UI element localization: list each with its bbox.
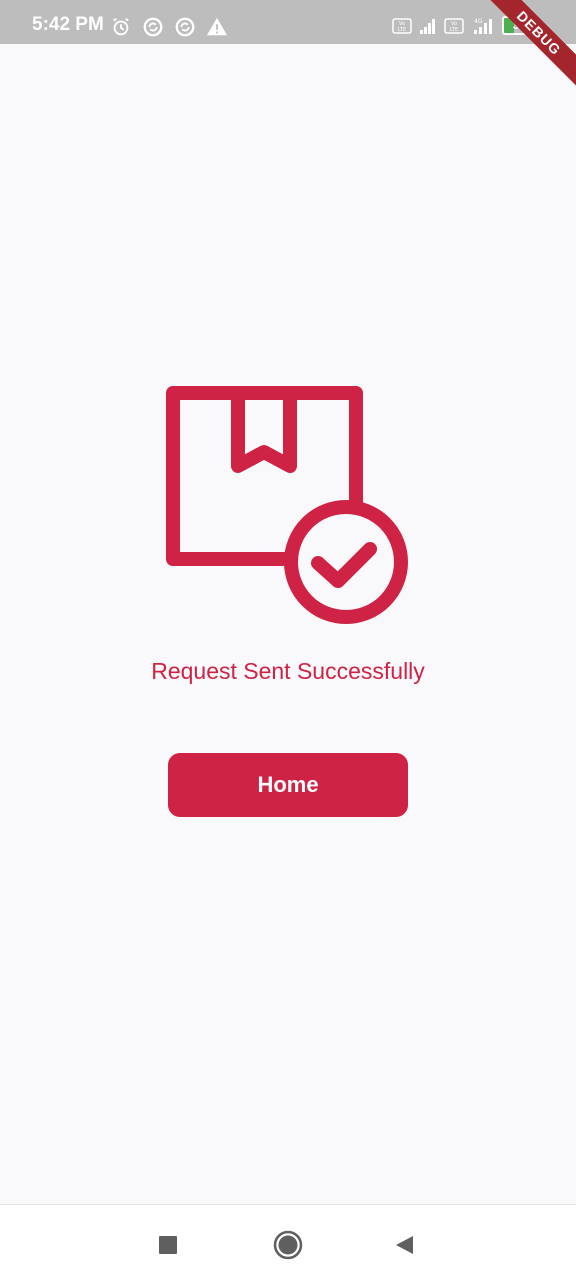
sync-icon (143, 17, 163, 37)
success-screen: 5:42 PM Vo LTE Vo LTE 4G DEBUG Request S… (0, 0, 576, 1280)
package-check-icon (166, 386, 408, 624)
success-message: Request Sent Successfully (151, 658, 425, 684)
volte-icon: Vo LTE (392, 17, 412, 34)
signal-icon (420, 18, 435, 34)
sync-icon (175, 17, 195, 37)
back-button[interactable] (384, 1225, 424, 1265)
home-nav-button[interactable] (268, 1225, 308, 1265)
home-circle-icon (273, 1230, 303, 1260)
svg-text:LTE: LTE (450, 27, 458, 33)
status-time: 5:42 PM (32, 14, 104, 35)
warning-icon (206, 17, 228, 36)
home-button[interactable]: Home (168, 753, 408, 817)
alarm-icon (113, 17, 129, 36)
system-navigation-bar (0, 1204, 576, 1280)
back-triangle-icon (396, 1236, 413, 1254)
volte-icon: Vo LTE (444, 17, 464, 34)
status-notification-icons (110, 16, 228, 38)
recents-button[interactable] (148, 1225, 188, 1265)
recents-square-icon (159, 1236, 177, 1254)
svg-text:LTE: LTE (398, 27, 406, 33)
network-type-label: 4G (474, 18, 483, 25)
signal-4g-icon: 4G (474, 18, 492, 34)
status-bar: 5:42 PM Vo LTE Vo LTE 4G (0, 0, 576, 44)
